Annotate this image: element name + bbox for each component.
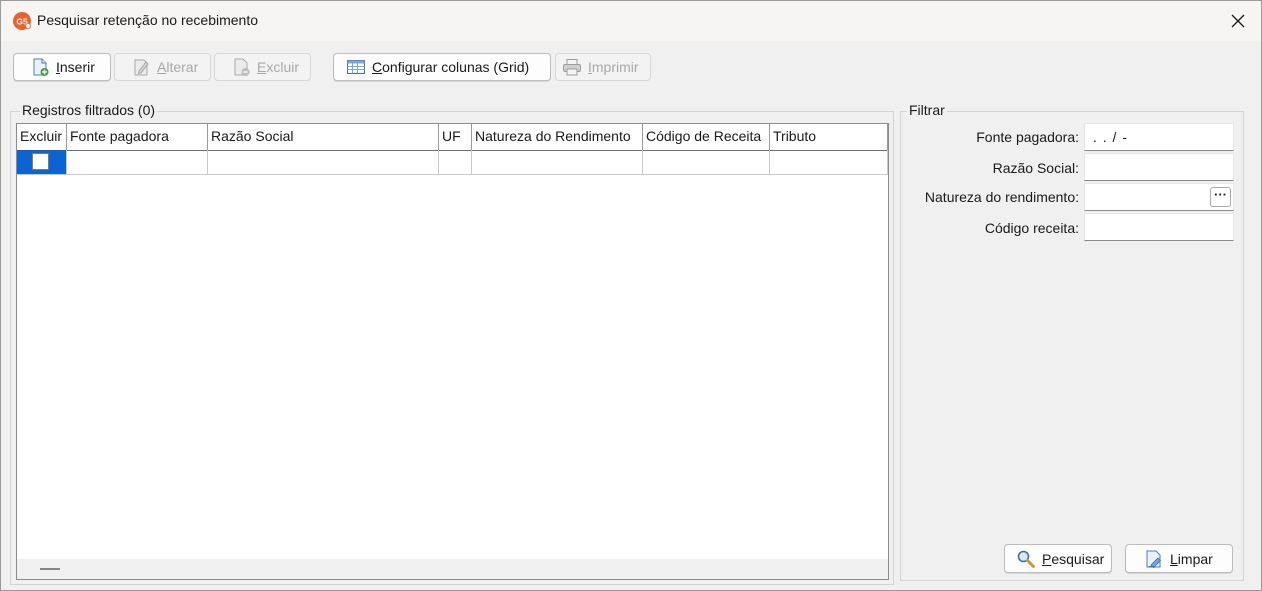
filtrar-group <box>900 111 1244 581</box>
configurar-colunas-button[interactable]: Configurar colunas (Grid) <box>333 53 551 81</box>
column-header-fonte-pagadora[interactable]: Fonte pagadora <box>67 124 208 150</box>
column-header-tributo[interactable]: Tributo <box>770 124 888 150</box>
table-cell[interactable] <box>208 150 439 174</box>
registros-group-label: Registros filtrados (0) <box>20 102 158 118</box>
table-cell[interactable] <box>67 150 208 174</box>
codigo-receita-input[interactable] <box>1084 213 1234 241</box>
razao-social-label: Razão Social: <box>992 160 1079 176</box>
window-title: Pesquisar retenção no recebimento <box>37 12 259 28</box>
insert-document-icon <box>33 58 49 76</box>
scrollbar-thumb[interactable] <box>40 568 60 570</box>
edit-document-icon <box>134 59 149 76</box>
excluir-checkbox[interactable] <box>32 153 49 170</box>
grid-header: Excluir Fonte pagadora Razão Social UF N… <box>17 124 888 151</box>
filtrar-group-label: Filtrar <box>907 102 947 118</box>
search-icon <box>1017 550 1035 568</box>
alterar-button[interactable]: Alterar <box>114 53 211 81</box>
limpar-button[interactable]: Limpar <box>1125 544 1233 573</box>
grid-table-icon <box>347 60 365 74</box>
table-cell[interactable] <box>643 150 770 174</box>
inserir-button[interactable]: Inserir <box>13 53 111 81</box>
column-header-excluir[interactable]: Excluir <box>17 124 67 150</box>
imprimir-button[interactable]: Imprimir <box>555 53 651 81</box>
close-icon <box>1231 14 1245 28</box>
codigo-receita-label: Código receita: <box>984 220 1079 236</box>
excluir-button[interactable]: Excluir <box>214 53 311 81</box>
razao-social-input[interactable] <box>1084 153 1234 181</box>
fonte-pagadora-label: Fonte pagadora: <box>976 129 1079 145</box>
pesquisar-button[interactable]: Pesquisar <box>1004 544 1112 573</box>
natureza-lookup-button[interactable]: ··· <box>1210 187 1231 207</box>
excluir-cell[interactable] <box>17 150 67 174</box>
close-button[interactable] <box>1215 1 1261 41</box>
table-cell[interactable] <box>770 150 888 174</box>
dialog-window: G5 Pesquisar retenção no recebimento Ins… <box>0 0 1262 591</box>
printer-icon <box>563 59 581 76</box>
table-cell[interactable] <box>439 150 472 174</box>
clear-document-icon <box>1146 550 1162 568</box>
column-header-codigo-receita[interactable]: Código de Receita <box>643 124 770 150</box>
column-header-uf[interactable]: UF <box>439 124 472 150</box>
app-logo-icon: G5 <box>13 12 31 30</box>
title-bar: G5 Pesquisar retenção no recebimento <box>1 1 1261 41</box>
column-header-razao-social[interactable]: Razão Social <box>208 124 439 150</box>
delete-document-icon <box>234 58 250 76</box>
results-grid[interactable]: Excluir Fonte pagadora Razão Social UF N… <box>16 123 889 580</box>
horizontal-scrollbar[interactable] <box>17 559 888 579</box>
table-cell[interactable] <box>472 150 643 174</box>
natureza-rendimento-label: Natureza do rendimento: <box>924 189 1079 205</box>
column-header-natureza[interactable]: Natureza do Rendimento <box>472 124 643 150</box>
table-row[interactable] <box>17 150 888 175</box>
fonte-pagadora-input[interactable]: . . / - <box>1084 123 1234 151</box>
